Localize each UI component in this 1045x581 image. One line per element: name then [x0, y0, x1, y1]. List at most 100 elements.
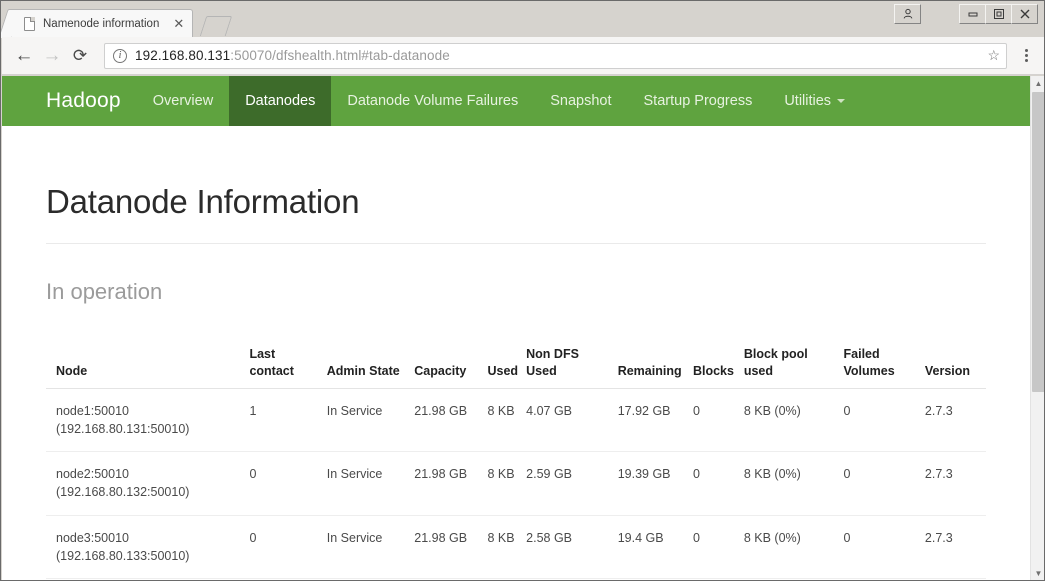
node-name[interactable]: node1:50010: [56, 404, 129, 418]
nav-item-overview[interactable]: Overview: [137, 76, 229, 126]
table-body: node1:50010 (192.168.80.131:50010) 1 In …: [46, 388, 986, 579]
site-info-icon[interactable]: i: [113, 48, 127, 63]
browser-tab[interactable]: Namenode information ✕: [11, 9, 194, 37]
reload-icon[interactable]: ⟳: [66, 42, 94, 70]
close-button[interactable]: [1011, 4, 1038, 24]
menu-dot: [1024, 49, 1028, 52]
node-name[interactable]: node3:50010: [56, 531, 129, 545]
cell-used: 8 KB: [487, 388, 527, 453]
cell-blocks: 0: [692, 515, 744, 579]
cell-remaining: 19.39 GB: [617, 451, 693, 516]
nav-item-label: Startup Progress: [643, 93, 753, 109]
column-header-node[interactable]: Node: [46, 338, 250, 389]
cell-last-contact: 1: [249, 388, 327, 453]
cell-capacity: 21.98 GB: [414, 515, 488, 579]
nav-item-label: Datanode Volume Failures: [347, 93, 519, 109]
tab-title: Namenode information: [43, 17, 160, 30]
cell-admin-state: In Service: [326, 388, 415, 453]
cell-admin-state: In Service: [326, 451, 415, 516]
cell-node: node3:50010 (192.168.80.133:50010): [46, 515, 250, 579]
scroll-up-icon[interactable]: ▲: [1031, 76, 1044, 91]
content-container: Datanode Information In operation Node L…: [2, 183, 1030, 579]
browser-window: Namenode information ✕ ← → ⟳ i 192.168.8…: [0, 0, 1045, 581]
title-divider: [46, 243, 986, 244]
nav-item-startup-progress[interactable]: Startup Progress: [628, 76, 769, 126]
cell-version: 2.7.3: [924, 388, 986, 453]
node-address: (192.168.80.131:50010): [56, 422, 190, 437]
cell-block-pool-used: 8 KB (0%): [743, 515, 844, 579]
page-viewport: Hadoop Overview Datanodes Datanode Volum…: [2, 76, 1044, 580]
cell-non-dfs-used: 2.58 GB: [526, 515, 618, 579]
cell-remaining: 19.4 GB: [617, 515, 693, 579]
node-name[interactable]: node2:50010: [56, 467, 129, 481]
new-tab-button[interactable]: [200, 16, 233, 36]
nav-item-label: Snapshot: [550, 93, 612, 109]
address-bar[interactable]: i 192.168.80.131:50070/dfshealth.html#ta…: [104, 42, 1007, 69]
table-head: Node Last contact Admin State Capacity U…: [46, 338, 986, 389]
column-header-capacity[interactable]: Capacity: [414, 338, 488, 389]
nav-item-datanodes[interactable]: Datanodes: [229, 76, 332, 126]
menu-dot: [1024, 59, 1028, 62]
title-bar: Namenode information ✕: [1, 1, 1044, 37]
table-row: node3:50010 (192.168.80.133:50010) 0 In …: [46, 515, 986, 579]
cell-capacity: 21.98 GB: [414, 451, 488, 516]
scroll-down-icon[interactable]: ▼: [1031, 566, 1044, 580]
column-header-remaining[interactable]: Remaining: [617, 338, 693, 389]
column-header-failed-volumes[interactable]: Failed Volumes: [843, 338, 925, 389]
cell-capacity: 21.98 GB: [414, 388, 488, 453]
page-icon: [24, 16, 35, 31]
column-header-last-contact[interactable]: Last contact: [249, 338, 327, 389]
nav-item-datanode-volume-failures[interactable]: Datanode Volume Failures: [331, 76, 534, 126]
node-address: (192.168.80.132:50010): [56, 485, 190, 500]
cell-blocks: 0: [692, 388, 744, 453]
cell-node: node1:50010 (192.168.80.131:50010): [46, 388, 250, 453]
nav-item-label: Overview: [152, 93, 214, 109]
forward-icon[interactable]: →: [38, 42, 66, 70]
cell-version: 2.7.3: [924, 515, 986, 579]
close-icon[interactable]: ✕: [173, 17, 184, 30]
minimize-button[interactable]: [959, 4, 986, 24]
bookmark-star-icon[interactable]: ☆: [987, 47, 1000, 64]
table-row: node1:50010 (192.168.80.131:50010) 1 In …: [46, 388, 986, 453]
table-row: node2:50010 (192.168.80.132:50010) 0 In …: [46, 451, 986, 516]
tab-strip: Namenode information ✕: [11, 7, 233, 37]
url-path: :50070/dfshealth.html#tab-datanode: [230, 48, 450, 63]
cell-block-pool-used: 8 KB (0%): [743, 388, 844, 453]
table-header-row: Node Last contact Admin State Capacity U…: [46, 338, 986, 389]
datanode-table: Node Last contact Admin State Capacity U…: [46, 338, 986, 579]
hadoop-navbar: Hadoop Overview Datanodes Datanode Volum…: [2, 76, 1030, 126]
node-address: (192.168.80.133:50010): [56, 548, 190, 563]
maximize-button[interactable]: [985, 4, 1012, 24]
page-content: Hadoop Overview Datanodes Datanode Volum…: [2, 76, 1030, 580]
cell-failed-volumes: 0: [843, 515, 925, 579]
column-header-used[interactable]: Used: [487, 338, 527, 389]
cell-admin-state: In Service: [326, 515, 415, 579]
column-header-blocks[interactable]: Blocks: [692, 338, 744, 389]
cell-failed-volumes: 0: [843, 451, 925, 516]
cell-non-dfs-used: 4.07 GB: [526, 388, 618, 453]
column-header-admin-state[interactable]: Admin State: [326, 338, 415, 389]
chevron-down-icon: [837, 99, 846, 103]
cell-last-contact: 0: [249, 451, 327, 516]
url-host: 192.168.80.131: [135, 48, 231, 63]
window-user-group: [894, 4, 928, 24]
back-icon[interactable]: ←: [10, 42, 38, 70]
user-account-icon[interactable]: [894, 4, 921, 24]
hadoop-brand[interactable]: Hadoop: [30, 76, 137, 126]
scrollbar-thumb[interactable]: [1032, 92, 1044, 392]
section-title: In operation: [46, 279, 163, 304]
cell-non-dfs-used: 2.59 GB: [526, 451, 618, 516]
vertical-scrollbar[interactable]: ▲ ▼: [1030, 76, 1044, 580]
column-header-non-dfs-used[interactable]: Non DFS Used: [526, 338, 618, 389]
nav-item-snapshot[interactable]: Snapshot: [534, 76, 627, 126]
nav-item-label: Utilities: [784, 93, 832, 109]
browser-menu-icon[interactable]: [1015, 42, 1037, 70]
browser-toolbar: ← → ⟳ i 192.168.80.131:50070/dfshealth.h…: [2, 37, 1044, 75]
window-controls: [959, 4, 1038, 24]
column-header-block-pool-used[interactable]: Block pool used: [743, 338, 844, 389]
menu-dot: [1024, 54, 1028, 57]
nav-item-utilities[interactable]: Utilities: [768, 76, 861, 126]
cell-used: 8 KB: [487, 451, 527, 516]
page-title: Datanode Information: [46, 183, 360, 220]
column-header-version[interactable]: Version: [924, 338, 986, 389]
